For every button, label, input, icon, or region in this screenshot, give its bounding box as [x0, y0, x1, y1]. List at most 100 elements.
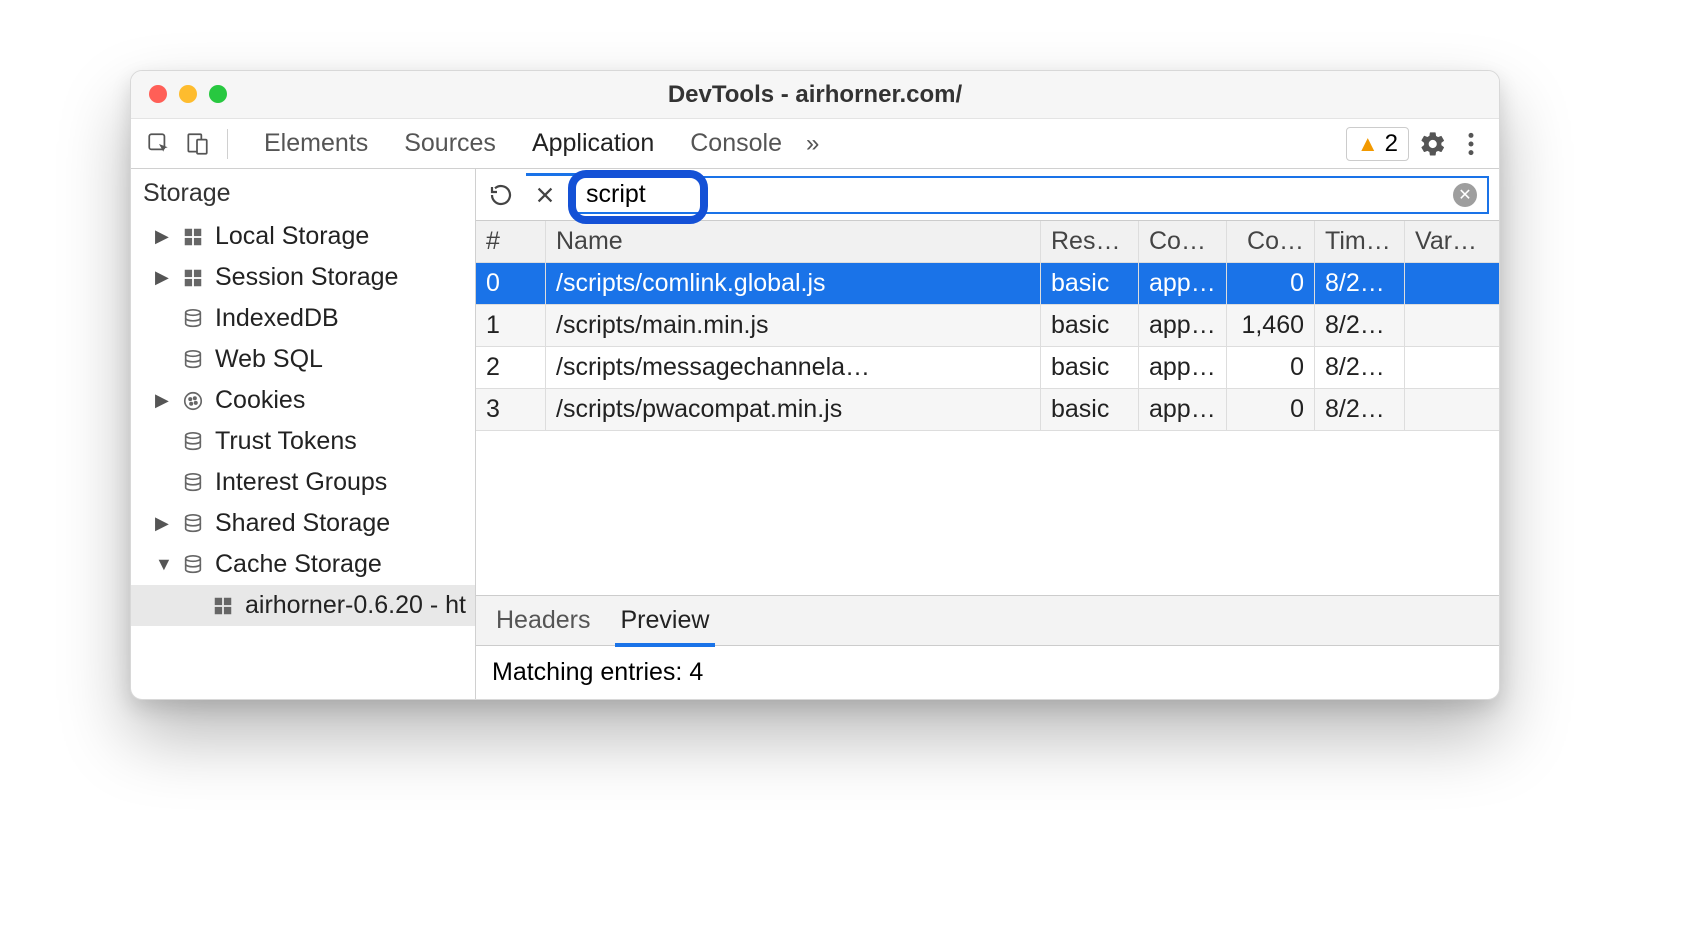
settings-button[interactable]: [1419, 130, 1447, 158]
sidebar-item-label: Local Storage: [215, 222, 369, 251]
col-content-length[interactable]: Co…: [1227, 221, 1315, 262]
warnings-badge[interactable]: ▲ 2: [1346, 127, 1409, 161]
col-name[interactable]: Name: [546, 221, 1041, 262]
sidebar-item-label: Session Storage: [215, 263, 398, 292]
sidebar-item-label: Cache Storage: [215, 550, 382, 579]
cell-vary: [1405, 263, 1499, 304]
subtab-headers[interactable]: Headers: [496, 596, 591, 645]
cell-index: 2: [476, 347, 546, 388]
table-row[interactable]: 1/scripts/main.min.jsbasicapp…1,4608/2…: [476, 305, 1499, 347]
device-toggle-icon[interactable]: [183, 130, 211, 158]
col-time[interactable]: Tim…: [1315, 221, 1405, 262]
sidebar-item-indexeddb[interactable]: IndexedDB: [131, 298, 475, 339]
sidebar-section-heading: Storage: [131, 169, 475, 216]
cell-content-type: app…: [1139, 347, 1227, 388]
cell-name: /scripts/main.min.js: [546, 305, 1041, 346]
devtools-window: DevTools - airhorner.com/ Elements Sourc…: [130, 70, 1500, 700]
inspect-icon[interactable]: [145, 130, 173, 158]
cell-response: basic: [1041, 263, 1139, 304]
cell-name: /scripts/comlink.global.js: [546, 263, 1041, 304]
sidebar-item-label: Web SQL: [215, 345, 323, 374]
filter-bar: ✕: [476, 169, 1499, 221]
sidebar-item-cache-storage[interactable]: ▼ Cache Storage: [131, 544, 475, 585]
cell-content-length: 0: [1227, 389, 1315, 430]
minimize-window-button[interactable]: [179, 85, 197, 103]
db-icon: [181, 553, 205, 577]
status-line: Matching entries: 4: [476, 645, 1499, 699]
disclosure-triangle-icon: ▶: [155, 390, 171, 411]
cache-table: # Name Res… Co… Co… Tim… Var… 0/scripts/…: [476, 221, 1499, 431]
tab-application[interactable]: Application: [532, 121, 654, 166]
clear-filter-button[interactable]: ✕: [1453, 183, 1477, 207]
panel-tabs: Elements Sources Application Console: [264, 121, 782, 166]
col-index[interactable]: #: [476, 221, 546, 262]
sidebar-item-airhorner-0-6-20-ht[interactable]: airhorner-0.6.20 - ht: [131, 585, 475, 626]
cell-time: 8/2…: [1315, 305, 1405, 346]
sidebar-item-label: Shared Storage: [215, 509, 390, 538]
table-header-row: # Name Res… Co… Co… Tim… Var…: [476, 221, 1499, 263]
cache-panel: ✕ # Name Res… Co… Co… Tim… Var… 0/script…: [476, 169, 1499, 699]
sidebar-item-label: Cookies: [215, 386, 305, 415]
cell-content-type: app…: [1139, 389, 1227, 430]
sidebar-item-shared-storage[interactable]: ▶ Shared Storage: [131, 503, 475, 544]
disclosure-triangle-icon: ▶: [155, 226, 171, 247]
divider: [227, 129, 228, 159]
sidebar-item-cookies[interactable]: ▶ Cookies: [131, 380, 475, 421]
sidebar-item-local-storage[interactable]: ▶ Local Storage: [131, 216, 475, 257]
tab-console[interactable]: Console: [690, 121, 782, 166]
delete-button[interactable]: [530, 180, 560, 210]
sidebar-item-label: airhorner-0.6.20 - ht: [245, 591, 466, 620]
table-row[interactable]: 0/scripts/comlink.global.jsbasicapp…08/2…: [476, 263, 1499, 305]
table-row[interactable]: 2/scripts/messagechannela…basicapp…08/2…: [476, 347, 1499, 389]
db-icon: [181, 512, 205, 536]
detail-tabs: Headers Preview: [476, 595, 1499, 645]
cell-vary: [1405, 389, 1499, 430]
col-response[interactable]: Res…: [1041, 221, 1139, 262]
grid-icon: [211, 594, 235, 618]
table-row[interactable]: 3/scripts/pwacompat.min.jsbasicapp…08/2…: [476, 389, 1499, 431]
cell-content-type: app…: [1139, 305, 1227, 346]
cell-name: /scripts/messagechannela…: [546, 347, 1041, 388]
cell-index: 0: [476, 263, 546, 304]
sidebar-item-trust-tokens[interactable]: Trust Tokens: [131, 421, 475, 462]
cell-content-length: 0: [1227, 347, 1315, 388]
cell-content-type: app…: [1139, 263, 1227, 304]
filter-input[interactable]: [586, 180, 1453, 209]
disclosure-triangle-icon: ▶: [155, 267, 171, 288]
tab-elements[interactable]: Elements: [264, 121, 368, 166]
close-window-button[interactable]: [149, 85, 167, 103]
sidebar-item-web-sql[interactable]: Web SQL: [131, 339, 475, 380]
kebab-menu-button[interactable]: [1457, 130, 1485, 158]
tab-sources[interactable]: Sources: [404, 121, 496, 166]
window-controls: [149, 85, 227, 103]
db-icon: [181, 348, 205, 372]
cell-response: basic: [1041, 389, 1139, 430]
db-icon: [181, 471, 205, 495]
cell-response: basic: [1041, 347, 1139, 388]
cell-time: 8/2…: [1315, 389, 1405, 430]
db-icon: [181, 307, 205, 331]
cell-response: basic: [1041, 305, 1139, 346]
col-content-type[interactable]: Co…: [1139, 221, 1227, 262]
cell-index: 3: [476, 389, 546, 430]
more-tabs-button[interactable]: »: [806, 130, 819, 158]
refresh-button[interactable]: [486, 180, 516, 210]
subtab-preview[interactable]: Preview: [621, 596, 710, 645]
filter-input-wrap: ✕: [574, 176, 1489, 214]
sidebar-item-session-storage[interactable]: ▶ Session Storage: [131, 257, 475, 298]
zoom-window-button[interactable]: [209, 85, 227, 103]
grid-icon: [181, 225, 205, 249]
cookie-icon: [181, 389, 205, 413]
disclosure-triangle-icon: ▶: [155, 513, 171, 534]
db-icon: [181, 430, 205, 454]
col-vary[interactable]: Var…: [1405, 221, 1499, 262]
cell-time: 8/2…: [1315, 263, 1405, 304]
main-toolbar: Elements Sources Application Console » ▲…: [131, 119, 1499, 169]
window-title: DevTools - airhorner.com/: [131, 81, 1499, 109]
sidebar-item-label: Trust Tokens: [215, 427, 357, 456]
warning-count: 2: [1385, 130, 1398, 158]
disclosure-triangle-icon: ▼: [155, 554, 171, 575]
sidebar-item-label: Interest Groups: [215, 468, 387, 497]
titlebar: DevTools - airhorner.com/: [131, 71, 1499, 119]
sidebar-item-interest-groups[interactable]: Interest Groups: [131, 462, 475, 503]
